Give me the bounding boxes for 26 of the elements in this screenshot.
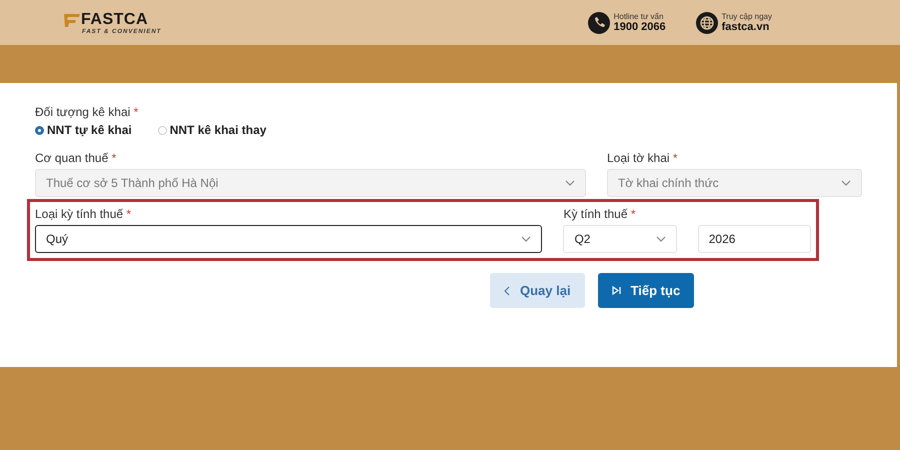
field-label: Loại kỳ tính thuế * — [35, 207, 132, 223]
globe-icon — [696, 12, 718, 34]
contact-value[interactable]: fastca.vn — [722, 21, 772, 33]
select-field[interactable]: Quý — [35, 225, 542, 253]
chevron-down-icon — [656, 236, 666, 242]
radio-option[interactable]: NNT tự kê khai — [35, 123, 132, 137]
chevron-left-icon — [504, 286, 510, 296]
brand-name: FASTCA — [81, 10, 148, 28]
chevron-down-icon — [565, 180, 575, 186]
contact-value[interactable]: 1900 2066 — [614, 21, 666, 33]
chevron-down-icon — [841, 180, 851, 186]
field-label: Đối tượng kê khai * — [35, 105, 140, 121]
contact-label: Hotline tư vấn — [614, 12, 664, 21]
continue-button[interactable]: Tiếp tục — [598, 273, 694, 308]
field-label: Cơ quan thuế * — [35, 151, 118, 167]
contact-label: Truy cập ngay — [722, 12, 772, 21]
input-field[interactable]: 2026 — [698, 225, 812, 253]
field-label: Kỳ tính thuế * — [563, 207, 637, 223]
logo-mark-icon — [64, 12, 80, 26]
chevron-down-icon — [521, 236, 532, 242]
phone-icon — [588, 12, 610, 34]
skip-forward-icon — [612, 286, 621, 295]
field-label: Loại tờ khai * — [607, 151, 679, 167]
back-button[interactable]: Quay lại — [490, 273, 585, 308]
radio-option[interactable]: NNT kê khai thay — [158, 123, 266, 137]
select-field[interactable]: Q2 — [563, 225, 677, 253]
